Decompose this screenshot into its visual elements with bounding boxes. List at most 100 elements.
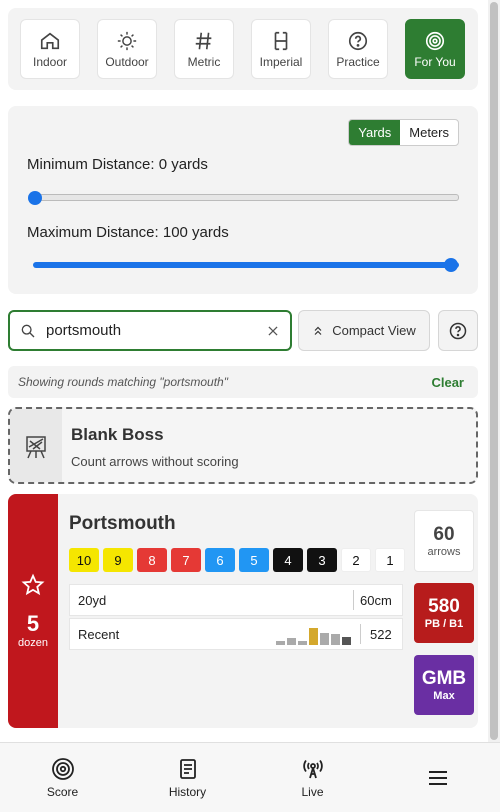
arrows-label: arrows [427, 546, 461, 558]
menu-icon [428, 770, 447, 785]
sun-icon [117, 31, 137, 50]
filter-label: Indoor [32, 54, 68, 69]
compact-view-label: Compact View [332, 323, 416, 338]
broadcast-icon [302, 759, 323, 778]
min-distance-slider[interactable] [33, 194, 459, 201]
max-distance-label: Maximum Distance: 100 yards [27, 224, 229, 241]
round-card[interactable]: 5 dozen Portsmouth 10 9 8 7 6 5 4 3 2 1 20yd 60cm… [8, 494, 478, 728]
filter-label: Practice [336, 54, 380, 69]
sparkline-bar [331, 634, 340, 645]
max-distance-slider-handle[interactable] [444, 258, 458, 272]
sparkline-bar-latest [342, 637, 351, 645]
dozen-count: 5 [26, 611, 40, 636]
arrows-stat: 60 arrows [414, 510, 474, 572]
recent-scores-sparkline [276, 625, 351, 645]
arrows-count: 60 [433, 524, 455, 545]
classification-label: Max [433, 690, 455, 702]
unit-toggle: Yards Meters [348, 119, 459, 146]
question-circle-icon [348, 31, 368, 50]
nav-menu[interactable] [375, 743, 500, 812]
clear-search-icon[interactable] [266, 324, 280, 338]
notepad-icon [179, 758, 196, 779]
scribbled-boss-icon [26, 435, 46, 458]
filter-label: For You [414, 54, 456, 69]
unit-meters-button[interactable]: Meters [400, 120, 458, 145]
classification-stat: GMB Max [414, 655, 474, 715]
home-icon [40, 32, 60, 49]
filter-imperial-button[interactable]: Imperial [251, 19, 311, 79]
recent-label: Recent [78, 626, 120, 642]
ring-score-chip: 8 [137, 548, 167, 572]
ring-score-chip: 9 [103, 548, 133, 572]
sparkline-bar [287, 638, 296, 645]
filter-label: Imperial [259, 54, 303, 69]
target-icon [51, 757, 74, 780]
search-icon [21, 324, 35, 337]
nav-label: History [168, 784, 207, 799]
chevrons-up-icon [314, 326, 322, 335]
filter-for-you-button[interactable]: For You [405, 19, 465, 79]
distance-value: 20yd [78, 592, 107, 608]
blank-boss-subtitle: Count arrows without scoring [71, 454, 239, 469]
round-type-filters: Indoor Outdoor Metric Imperial Practice … [8, 8, 478, 90]
scrollbar-thumb[interactable] [490, 2, 498, 740]
search-box [8, 310, 292, 351]
personal-best-score: 580 [428, 596, 460, 617]
ring-score-chip: 10 [69, 548, 99, 572]
scrollbar[interactable] [488, 0, 500, 742]
distance-filter-card: Yards Meters Minimum Distance: 0 yards M… [8, 106, 478, 294]
nav-history[interactable]: History [125, 743, 250, 812]
distance-row: 20yd 60cm [69, 584, 403, 616]
round-side-panel: 5 dozen [8, 494, 58, 728]
ring-score-chip: 6 [205, 548, 235, 572]
ring-score-chip: 1 [375, 548, 405, 572]
filter-outdoor-button[interactable]: Outdoor [97, 19, 157, 79]
recent-score: 522 [370, 626, 392, 642]
nav-live[interactable]: Live [250, 743, 375, 812]
search-input[interactable] [46, 322, 266, 339]
ring-score-chip: 5 [239, 548, 269, 572]
filter-metric-button[interactable]: Metric [174, 19, 234, 79]
min-distance-label: Minimum Distance: 0 yards [27, 156, 208, 173]
question-circle-icon [449, 322, 467, 339]
help-button[interactable] [438, 310, 478, 351]
blank-boss-option[interactable]: Blank Boss Count arrows without scoring [8, 407, 478, 484]
nav-score[interactable]: Score [0, 743, 125, 812]
hash-icon [195, 32, 212, 49]
filter-label: Outdoor [105, 54, 149, 69]
blank-boss-title: Blank Boss [71, 425, 164, 444]
search-results-text: Showing rounds matching "portsmouth" [18, 375, 228, 389]
ring-scores: 10 9 8 7 6 5 4 3 2 1 [69, 548, 405, 572]
clear-search-link[interactable]: Clear [431, 375, 464, 390]
filter-practice-button[interactable]: Practice [328, 19, 388, 79]
ring-score-chip: 2 [341, 548, 371, 572]
max-distance-slider[interactable] [33, 262, 459, 268]
classification-value: GMB [421, 668, 467, 689]
min-distance-slider-handle[interactable] [28, 191, 42, 205]
search-results-bar: Showing rounds matching "portsmouth" Cle… [8, 366, 478, 398]
favorite-star-icon[interactable] [21, 573, 45, 597]
personal-best-stat: 580 PB / B1 [414, 583, 474, 643]
compact-view-button[interactable]: Compact View [298, 310, 430, 351]
target-icon [425, 31, 445, 50]
ring-score-chip: 3 [307, 548, 337, 572]
ring-score-chip: 7 [171, 548, 201, 572]
sparkline-bar [276, 641, 285, 645]
target-face-size: 60cm [360, 592, 392, 608]
sparkline-bar-best [309, 628, 318, 645]
ruler-icon [274, 31, 288, 50]
sparkline-bar [320, 633, 329, 645]
nav-label: Score [46, 784, 79, 799]
personal-best-label: PB / B1 [424, 618, 464, 630]
round-name: Portsmouth [69, 513, 176, 534]
filter-label: Metric [187, 54, 221, 69]
divider [353, 590, 354, 610]
bottom-navigation: Score History Live [0, 742, 500, 812]
nav-label: Live [301, 784, 324, 799]
filter-indoor-button[interactable]: Indoor [20, 19, 80, 79]
blank-boss-icon-box [10, 409, 62, 482]
sparkline-bar [298, 641, 307, 645]
dozen-label: dozen [18, 637, 48, 649]
recent-row: Recent 522 [69, 618, 403, 650]
unit-yards-button[interactable]: Yards [349, 120, 401, 145]
